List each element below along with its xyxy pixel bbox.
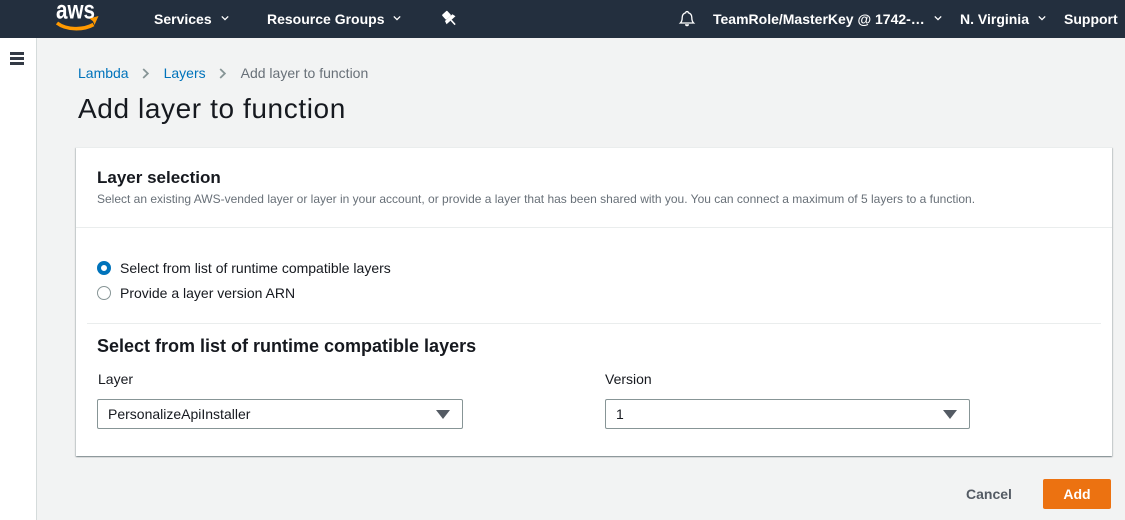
- svg-text:aws: aws: [56, 2, 95, 25]
